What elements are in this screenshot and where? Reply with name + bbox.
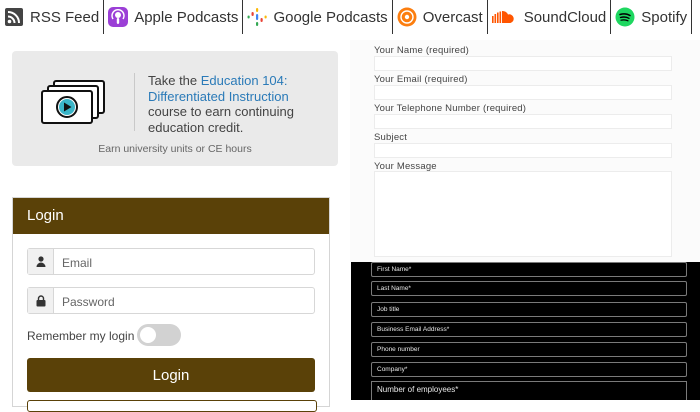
podcast-label: Overcast (422, 8, 483, 26)
employees-field[interactable]: Number of employees* (371, 381, 687, 400)
login-title: Login (13, 198, 329, 234)
podcast-link-spotify[interactable]: Spotify (611, 0, 693, 34)
podcast-links-bar: RSS Feed Apple Podcasts Google Podcasts … (0, 0, 700, 34)
podcast-label: Google Podcasts (273, 8, 388, 26)
email-field[interactable] (27, 248, 319, 276)
secondary-button[interactable] (27, 400, 317, 412)
message-textarea[interactable] (374, 171, 672, 257)
google-podcasts-icon (247, 7, 268, 27)
name-input[interactable] (374, 56, 672, 71)
business-email-field[interactable]: Business Email Address* (371, 322, 687, 337)
spotify-icon (615, 7, 635, 27)
video-play-icon (40, 79, 106, 132)
podcast-label: SoundCloud (523, 8, 607, 26)
job-title-field[interactable]: Job title (371, 302, 687, 317)
podcast-label: Spotify (641, 8, 688, 26)
contact-email-input[interactable] (374, 85, 672, 100)
email-label: Your Email (required) (374, 74, 468, 85)
password-field[interactable] (27, 287, 319, 315)
lock-icon (28, 288, 54, 313)
password-input[interactable] (54, 288, 319, 315)
promo-prefix: Take the (148, 73, 201, 88)
lead-form: First Name* Last Name* Job title Busines… (351, 262, 700, 400)
overcast-icon (397, 7, 417, 27)
podcast-link-apple[interactable]: Apple Podcasts (104, 0, 244, 34)
toggle-knob (140, 327, 156, 343)
remember-toggle[interactable] (137, 324, 181, 346)
podcast-link-rss[interactable]: RSS Feed (0, 0, 105, 34)
company-field[interactable]: Company* (371, 362, 687, 377)
subject-label: Subject (374, 132, 408, 143)
phone-label: Your Telephone Number (required) (374, 103, 527, 114)
login-panel: Login Remember my login Login (12, 197, 330, 412)
promo-suffix: course to earn continuing education cred… (148, 104, 294, 135)
contact-form: Your Name (required) Your Email (require… (350, 40, 700, 262)
name-label: Your Name (required) (374, 45, 469, 56)
course-promo-card: Take the Education 104: Differentiated I… (12, 51, 338, 166)
last-name-field[interactable]: Last Name* (371, 281, 687, 296)
remember-label: Remember my login (27, 329, 135, 343)
email-input[interactable] (54, 249, 319, 276)
podcast-link-soundcloud[interactable]: SoundCloud (488, 0, 612, 34)
podcast-link-google[interactable]: Google Podcasts (243, 0, 393, 34)
first-name-field[interactable]: First Name* (371, 262, 687, 277)
podcast-link-overcast[interactable]: Overcast (393, 0, 488, 34)
card-divider (134, 73, 135, 131)
course-promo-text: Take the Education 104: Differentiated I… (148, 73, 328, 135)
phone-input[interactable] (374, 114, 672, 129)
apple-podcasts-icon (108, 7, 129, 27)
podcast-label: RSS Feed (30, 8, 100, 26)
phone-number-field[interactable]: Phone number (371, 342, 687, 357)
rss-icon (4, 7, 24, 27)
subject-input[interactable] (374, 143, 672, 158)
course-subtext: Earn university units or CE hours (98, 143, 252, 155)
user-icon (28, 249, 54, 274)
login-button[interactable]: Login (27, 358, 315, 392)
podcast-label: Apple Podcasts (134, 8, 239, 26)
soundcloud-icon (491, 7, 518, 27)
